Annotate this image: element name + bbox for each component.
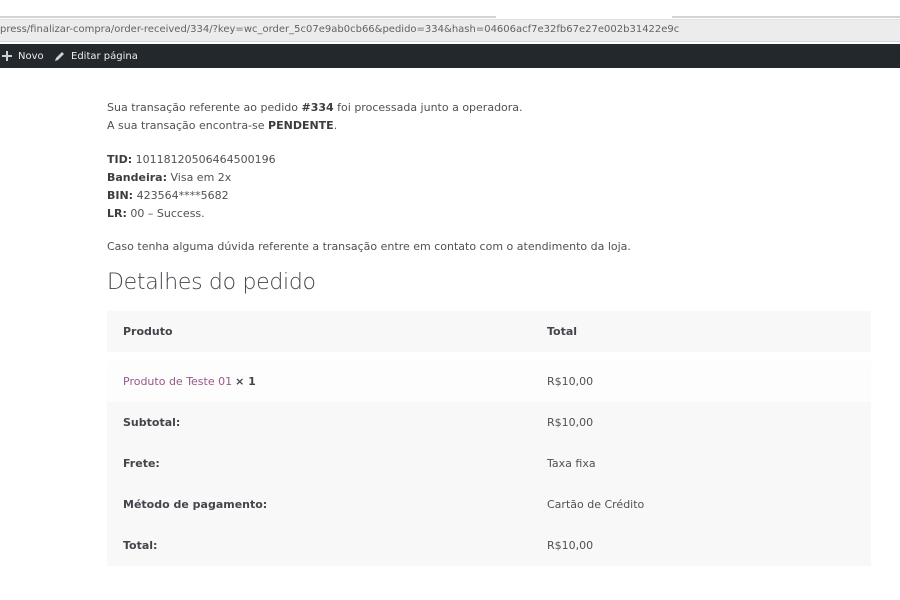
url-text[interactable]: press/finalizar-compra/order-received/33… — [0, 24, 679, 35]
wp-admin-bar: Novo Editar página — [0, 44, 900, 68]
item-total: R$10,00 — [547, 375, 594, 388]
transaction-notice-line2: A sua transação encontra-se PENDENTE. — [107, 119, 338, 132]
payment-method-row: Método de pagamento: Cartão de Crédito — [107, 484, 871, 525]
column-header-product: Produto — [123, 325, 173, 338]
subtotal-label: Subtotal: — [123, 416, 181, 429]
plus-icon — [2, 51, 12, 61]
column-header-total: Total — [547, 325, 578, 338]
help-text: Caso tenha alguma dúvida referente a tra… — [107, 240, 631, 253]
shipping-row: Frete: Taxa fixa — [107, 443, 871, 484]
tab-underline — [0, 16, 496, 18]
order-number: #334 — [301, 101, 334, 114]
payment-method-value: Cartão de Crédito — [547, 498, 645, 511]
table-row: Produto de Teste 01 × 1 R$10,00 — [107, 361, 871, 402]
total-row: Total: R$10,00 — [107, 525, 871, 566]
shipping-label: Frete: — [123, 457, 160, 470]
new-label: Novo — [18, 50, 44, 62]
transaction-status: PENDENTE — [268, 119, 334, 132]
total-label: Total: — [123, 539, 158, 552]
address-bar[interactable]: press/finalizar-compra/order-received/33… — [0, 19, 900, 42]
product-cell: Produto de Teste 01 × 1 — [123, 361, 256, 402]
table-header-row: Produto Total — [107, 311, 871, 352]
edit-page-link[interactable]: Editar página — [54, 44, 138, 68]
brand-line: Bandeira: Visa em 2x — [107, 171, 232, 184]
lr-line: LR: 00 – Success. — [107, 207, 205, 220]
shipping-value: Taxa fixa — [547, 457, 596, 470]
edit-page-label: Editar página — [71, 50, 138, 62]
subtotal-row: Subtotal: R$10,00 — [107, 402, 871, 443]
tid-line: TID: 10118120506464500196 — [107, 153, 276, 166]
payment-method-label: Método de pagamento: — [123, 498, 268, 511]
product-link[interactable]: Produto de Teste 01 — [123, 375, 232, 388]
bin-line: BIN: 423564****5682 — [107, 189, 229, 202]
total-value: R$10,00 — [547, 539, 594, 552]
order-details-heading: Detalhes do pedido — [107, 270, 316, 295]
transaction-notice-line1: Sua transação referente ao pedido #334 f… — [107, 101, 523, 114]
new-menu[interactable]: Novo — [2, 44, 44, 68]
product-quantity: × 1 — [235, 375, 256, 388]
browser-tab-strip — [0, 0, 900, 19]
pencil-icon — [55, 51, 64, 61]
subtotal-value: R$10,00 — [547, 416, 594, 429]
tab-underline — [672, 16, 900, 18]
